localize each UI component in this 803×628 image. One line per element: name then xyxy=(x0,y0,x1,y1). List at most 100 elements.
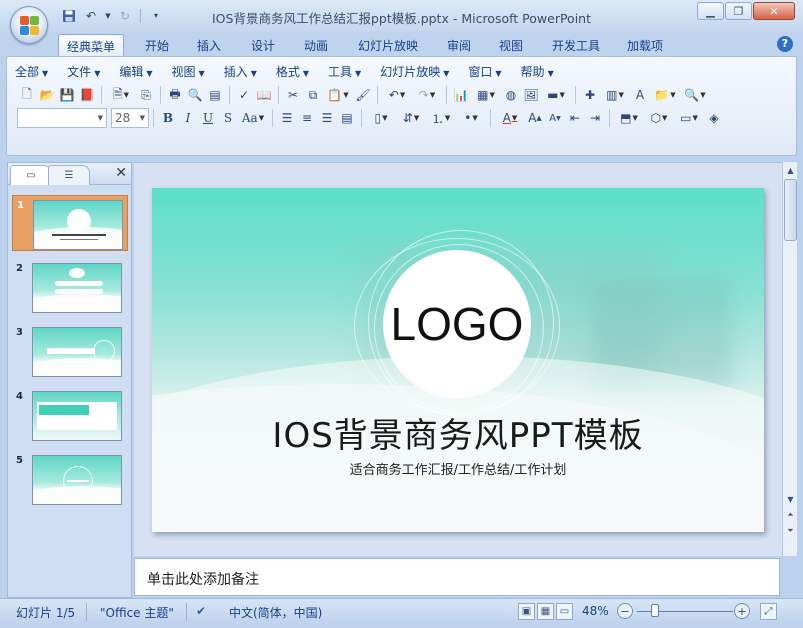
slide-sorter-view-icon[interactable]: ▦ xyxy=(537,603,554,620)
new-document-icon[interactable]: 🗋 xyxy=(17,85,37,105)
redo-icon[interactable]: ↷ ▼ xyxy=(412,85,442,105)
insert-table-icon[interactable]: ▦ ▼ xyxy=(471,85,501,105)
grow-font-icon[interactable]: A ▲ xyxy=(525,108,545,128)
scroll-up-icon[interactable]: ▲ xyxy=(784,163,797,177)
paste-icon[interactable]: 📋 ▼ xyxy=(323,85,353,105)
spelling-icon[interactable]: ✓ xyxy=(234,85,254,105)
slide-thumbnail-1[interactable]: 1 xyxy=(12,195,128,251)
outline-tab[interactable]: ☰ xyxy=(48,165,90,185)
print-preview-icon[interactable]: 🔍 xyxy=(185,85,205,105)
close-pane-icon[interactable]: ✕ xyxy=(115,165,127,181)
tab-classic-menu[interactable]: 经典菜单 xyxy=(58,34,124,56)
menu-view[interactable]: 视图 ▼ xyxy=(172,63,205,81)
text-box-icon[interactable]: A xyxy=(630,85,650,105)
slide-subtitle[interactable]: 适合商务工作汇报/工作总结/工作计划 xyxy=(152,459,764,478)
change-case-button[interactable]: Aa ▼ xyxy=(238,108,268,128)
scroll-down-icon[interactable]: ▼ xyxy=(784,492,797,506)
tab-review[interactable]: 审阅 xyxy=(438,34,480,56)
help-icon[interactable]: ? xyxy=(777,36,793,52)
bullets-icon[interactable]: • ▼ xyxy=(456,108,486,128)
menu-format[interactable]: 格式 ▼ xyxy=(276,63,309,81)
quick-styles-icon[interactable]: ▭ ▼ xyxy=(674,108,704,128)
menu-insert[interactable]: 插入 ▼ xyxy=(224,63,257,81)
insert-clipart-icon[interactable]: ◍ xyxy=(501,85,521,105)
tab-design[interactable]: 设计 xyxy=(242,34,284,56)
research-icon[interactable]: 📖 xyxy=(254,85,274,105)
decrease-indent-icon[interactable]: ⇤ xyxy=(565,108,585,128)
slideshow-view-icon[interactable]: ▭ xyxy=(556,603,573,620)
slides-tab[interactable]: ▭ xyxy=(10,165,52,185)
tab-addins[interactable]: 加载项 xyxy=(618,34,672,56)
arrange-icon[interactable]: ⬒ ▼ xyxy=(614,108,644,128)
slide-thumbnail-2[interactable]: 2 xyxy=(12,259,128,315)
folder-icon[interactable]: 📁 ▼ xyxy=(650,85,680,105)
align-right-icon[interactable]: ☰ xyxy=(317,108,337,128)
shape-fill-icon[interactable]: ◈ xyxy=(704,108,724,128)
insert-chart-icon[interactable]: 📊 xyxy=(451,85,471,105)
open-folder-icon[interactable]: 📂 xyxy=(37,85,57,105)
shadow-button[interactable]: S xyxy=(218,108,238,128)
page-setup-icon[interactable]: ▤ xyxy=(205,85,225,105)
minimize-button[interactable]: ▁ xyxy=(697,2,724,20)
cut-icon[interactable]: ✂ xyxy=(283,85,303,105)
undo-icon[interactable]: ↶ ▼ xyxy=(382,85,412,105)
tab-view[interactable]: 视图 xyxy=(490,34,532,56)
tab-slideshow[interactable]: 幻灯片放映 xyxy=(350,34,426,56)
logo-placeholder[interactable]: LOGO xyxy=(383,250,531,398)
format-painter-icon[interactable]: 🖌 xyxy=(353,85,373,105)
menu-help[interactable]: 帮助 ▼ xyxy=(521,63,554,81)
vertical-scrollbar[interactable]: ▲ ▼ ⏶ ⏷ xyxy=(782,162,797,556)
shrink-font-icon[interactable]: A ▼ xyxy=(545,108,565,128)
menu-slideshow[interactable]: 幻灯片放映 ▼ xyxy=(380,63,449,81)
font-size-combo[interactable]: 28 ▼ xyxy=(111,108,149,128)
shapes-icon[interactable]: ⬡ ▼ xyxy=(644,108,674,128)
justify-icon[interactable]: ▤ xyxy=(337,108,357,128)
notes-pane[interactable]: 单击此处添加备注 xyxy=(134,558,780,596)
slide-title[interactable]: IOS背景商务风PPT模板 xyxy=(152,408,764,457)
text-direction-icon[interactable]: ⇵ ▼ xyxy=(396,108,426,128)
italic-button[interactable]: I xyxy=(178,108,198,128)
zoom-level[interactable]: 48% xyxy=(582,604,609,618)
spell-check-icon[interactable]: ✔ xyxy=(196,604,206,618)
zoom-search-icon[interactable]: 🔍 ▼ xyxy=(680,85,710,105)
menu-file[interactable]: 文件 ▼ xyxy=(67,63,100,81)
menu-window[interactable]: 窗口 ▼ xyxy=(468,63,501,81)
align-left-icon[interactable]: ☰ xyxy=(277,108,297,128)
language-indicator[interactable]: 中文(简体，中国) xyxy=(229,604,322,621)
publish-icon[interactable]: 📕 xyxy=(77,85,97,105)
new-slide-icon[interactable]: ✚ xyxy=(580,85,600,105)
save-icon[interactable]: 💾 xyxy=(57,85,77,105)
bold-button[interactable]: B xyxy=(158,108,178,128)
menu-edit[interactable]: 编辑 ▼ xyxy=(119,63,152,81)
fit-to-window-icon[interactable]: ⤢ xyxy=(760,603,777,620)
copy-icon[interactable]: ⧉ xyxy=(303,85,323,105)
tab-developer[interactable]: 开发工具 xyxy=(544,34,608,56)
increase-indent-icon[interactable]: ⇥ xyxy=(585,108,605,128)
slide-thumbnail-5[interactable]: 5 xyxy=(12,451,128,507)
tab-animations[interactable]: 动画 xyxy=(295,34,337,56)
columns-icon[interactable]: ▯ ▼ xyxy=(366,108,396,128)
font-name-combo[interactable]: ▼ xyxy=(17,108,107,128)
layout-icon[interactable]: ▥ ▼ xyxy=(600,85,630,105)
menu-all[interactable]: 全部 ▼ xyxy=(15,63,48,81)
underline-button[interactable]: U xyxy=(198,108,218,128)
previous-slide-icon[interactable]: ⏶ xyxy=(784,508,797,522)
insert-picture-icon[interactable]: 🖼 xyxy=(521,85,541,105)
close-button[interactable]: ✕ xyxy=(753,2,795,20)
zoom-in-icon[interactable]: + xyxy=(734,603,750,619)
menu-tools[interactable]: 工具 ▼ xyxy=(328,63,361,81)
slide-thumbnail-3[interactable]: 3 xyxy=(12,323,128,379)
color-grayscale-icon[interactable]: ▬ ▼ xyxy=(541,85,571,105)
zoom-out-icon[interactable]: − xyxy=(617,603,633,619)
slide-thumbnail-4[interactable]: 4 xyxy=(12,387,128,443)
slide-canvas[interactable]: LOGO IOS背景商务风PPT模板 适合商务工作汇报/工作总结/工作计划 xyxy=(152,188,764,532)
normal-view-icon[interactable]: ▣ xyxy=(518,603,535,620)
next-slide-icon[interactable]: ⏷ xyxy=(784,524,797,538)
attach-icon[interactable]: ⎘ xyxy=(136,85,156,105)
scroll-thumb[interactable] xyxy=(784,179,797,241)
permission-icon[interactable]: 🗎 ▼ xyxy=(106,85,136,105)
align-center-icon[interactable]: ≡ xyxy=(297,108,317,128)
office-button[interactable] xyxy=(10,6,48,44)
tab-home[interactable]: 开始 xyxy=(136,34,178,56)
numbering-icon[interactable]: ⒈ ▼ xyxy=(426,108,456,128)
